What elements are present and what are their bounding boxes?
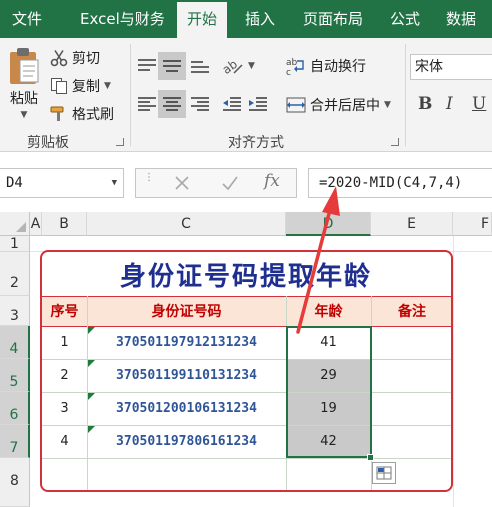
annotation-arrow <box>296 186 340 334</box>
